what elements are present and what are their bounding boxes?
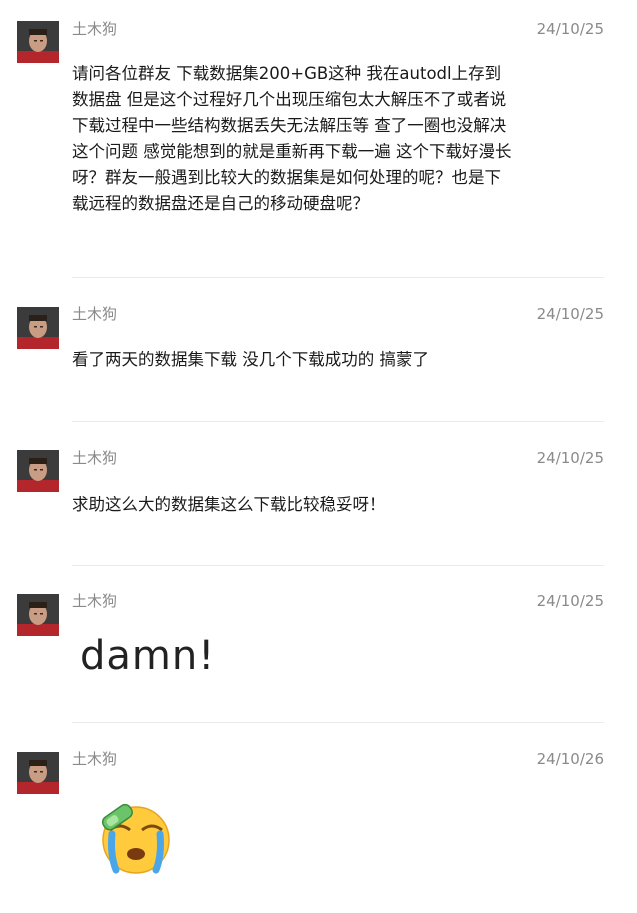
- sender-name[interactable]: 土木狗: [72, 19, 117, 39]
- avatar-image: [17, 752, 59, 794]
- sender-name[interactable]: 土木狗: [72, 749, 117, 769]
- avatar-image: [17, 21, 59, 63]
- avatar[interactable]: [17, 307, 59, 349]
- crying-face-emoji[interactable]: [96, 800, 176, 880]
- message-text: 请问各位群友 下载数据集200+GB这种 我在autodl上存到数据盘 但是这个…: [72, 64, 512, 213]
- message-time: 24/10/26: [536, 750, 604, 768]
- avatar-image: [17, 307, 59, 349]
- avatar-image: [17, 450, 59, 492]
- message-time: 24/10/25: [536, 305, 604, 323]
- avatar[interactable]: [17, 752, 59, 794]
- message-time: 24/10/25: [536, 592, 604, 610]
- avatar[interactable]: [17, 450, 59, 492]
- message-text: 看了两天的数据集下载 没几个下载成功的 搞蒙了: [72, 350, 429, 369]
- divider: [72, 565, 604, 566]
- avatar[interactable]: [17, 594, 59, 636]
- divider: [72, 421, 604, 422]
- sticker-image[interactable]: damn!: [80, 632, 215, 680]
- message-time: 24/10/25: [536, 449, 604, 467]
- divider: [72, 722, 604, 723]
- sender-name[interactable]: 土木狗: [72, 304, 117, 324]
- avatar-image: [17, 594, 59, 636]
- sender-name[interactable]: 土木狗: [72, 448, 117, 468]
- sender-name[interactable]: 土木狗: [72, 591, 117, 611]
- message-text: 求助这么大的数据集这么下载比较稳妥呀！: [72, 495, 386, 514]
- divider: [72, 277, 604, 278]
- avatar[interactable]: [17, 21, 59, 63]
- message-time: 24/10/25: [536, 20, 604, 38]
